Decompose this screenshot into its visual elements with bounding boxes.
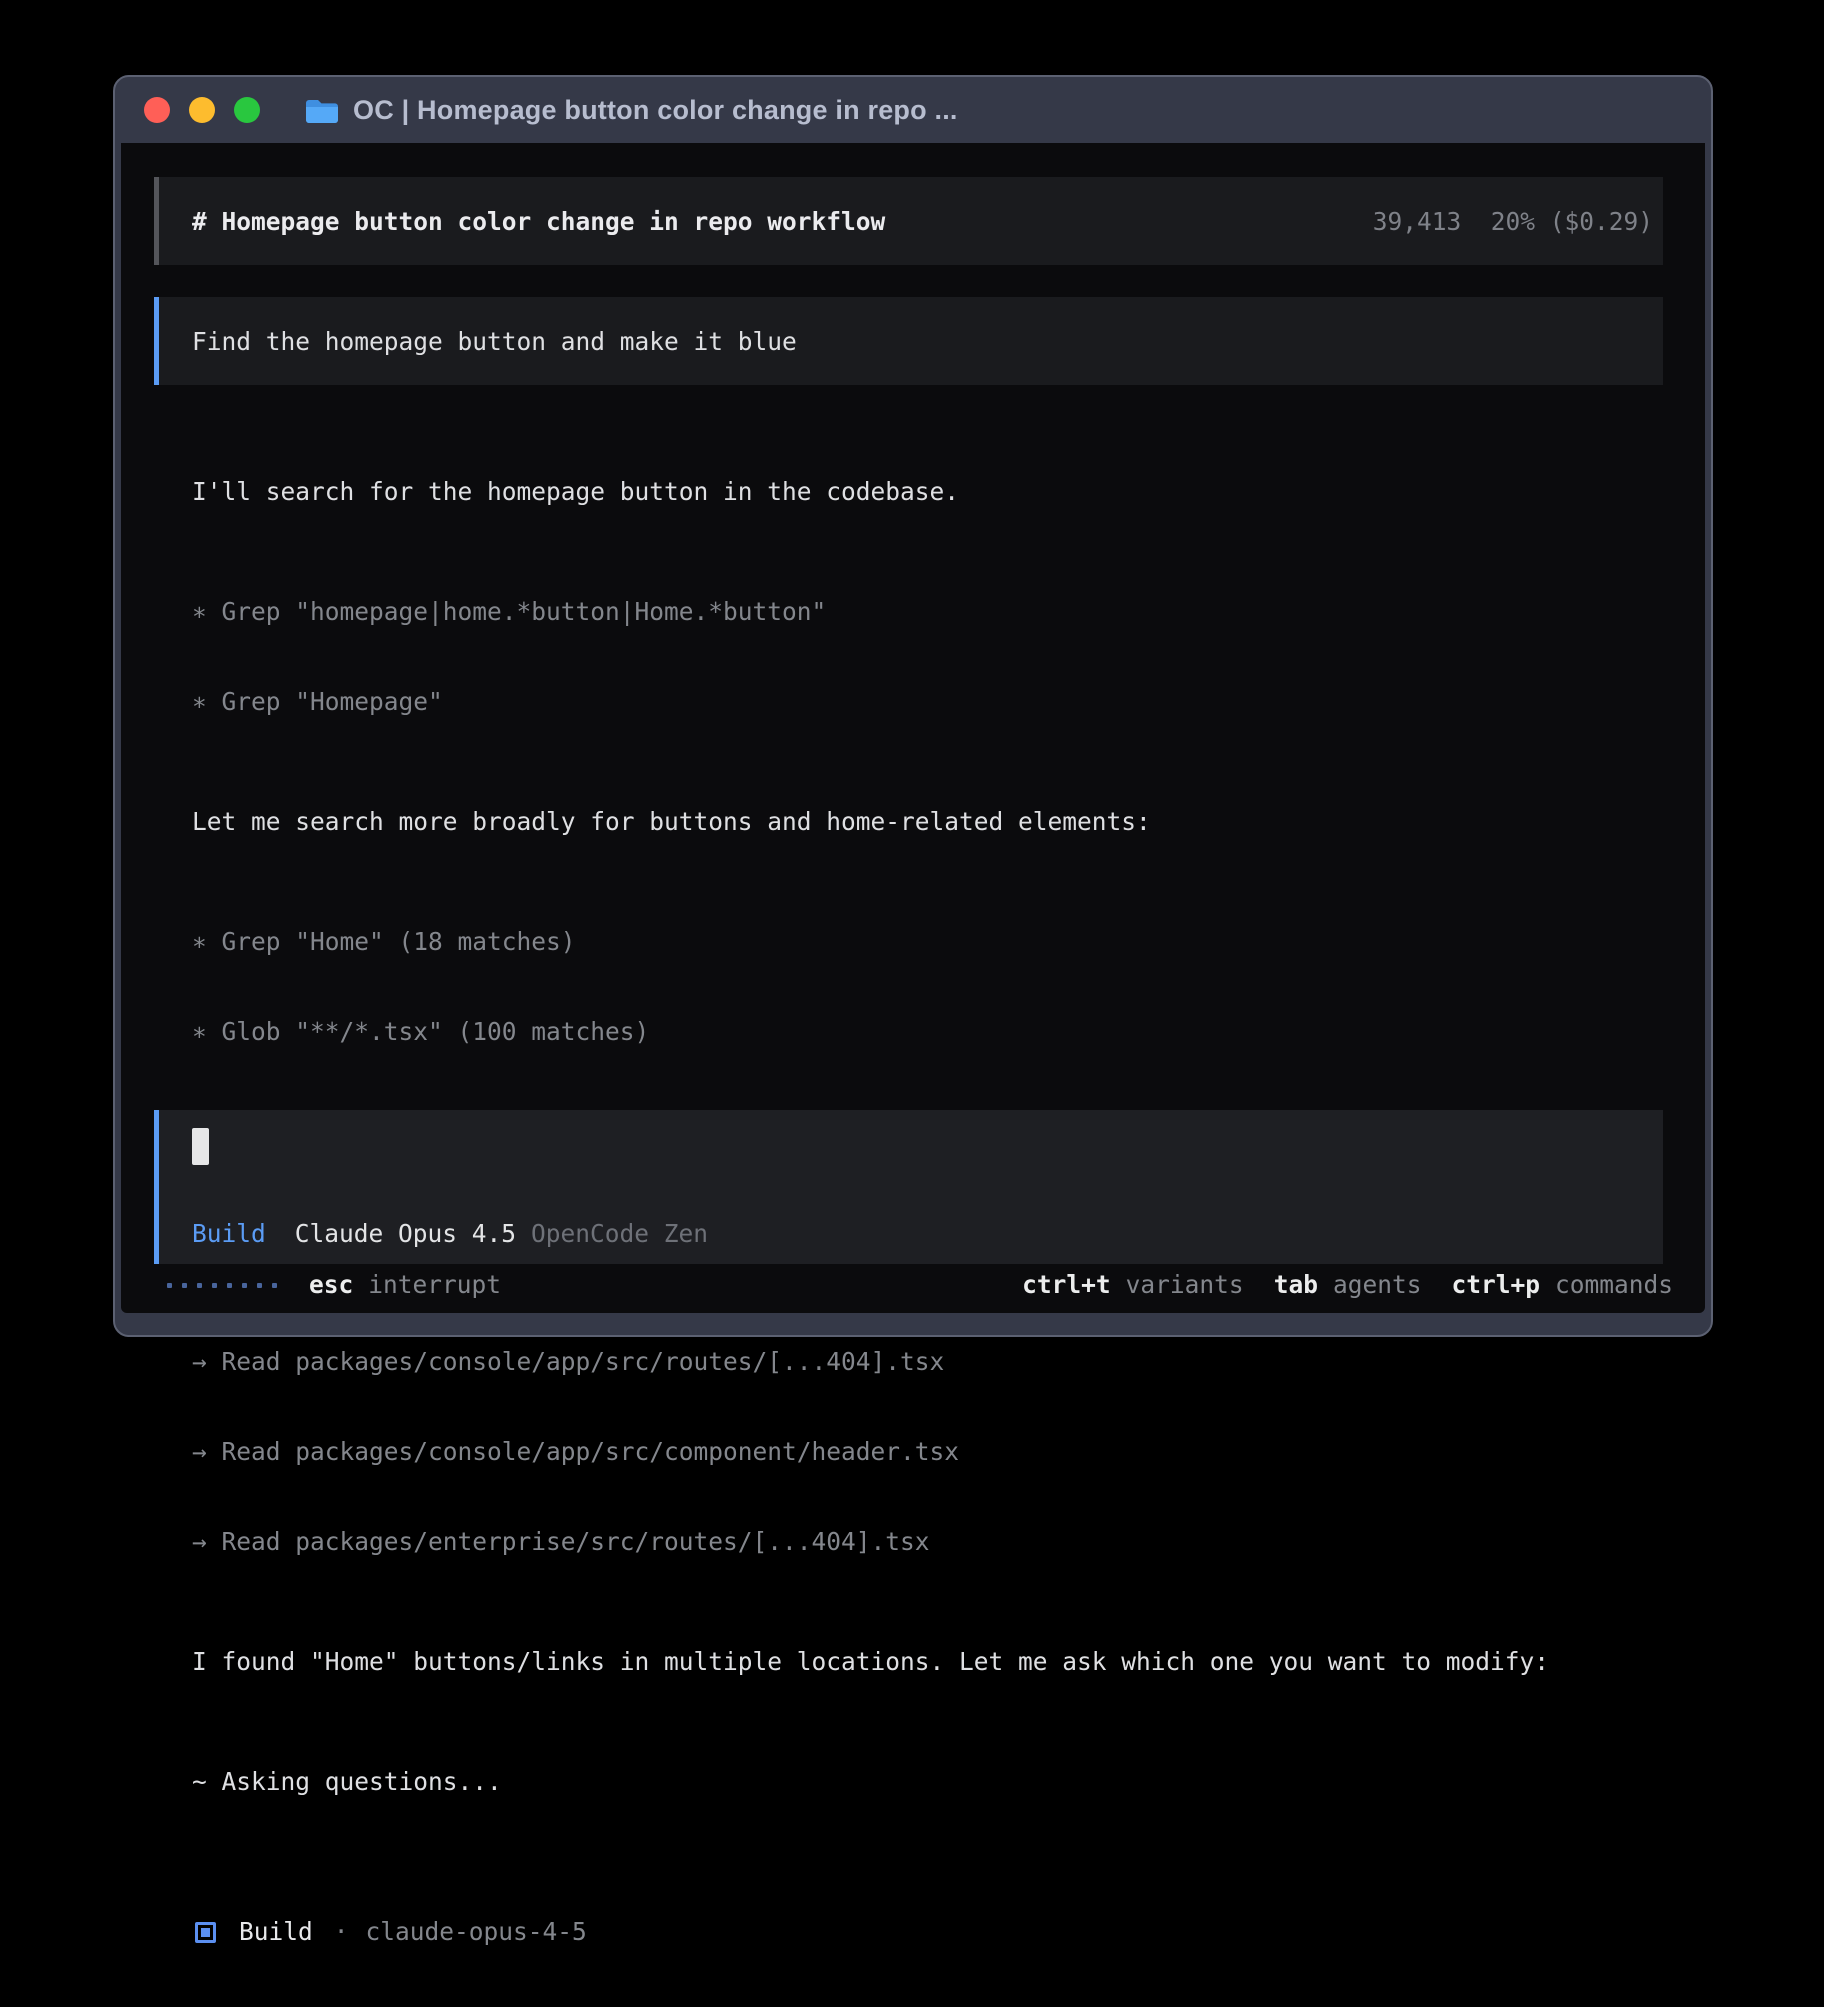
label-agents: agents [1333, 1270, 1422, 1300]
tool-call-grep: ∗ Grep "homepage|home.*button|Home.*butt… [192, 597, 1682, 627]
key-ctrl-p: ctrl+p [1451, 1270, 1540, 1300]
minimize-button[interactable] [189, 97, 215, 123]
shortcut-commands: ctrl+p commands [1451, 1270, 1673, 1300]
window-title: OC | Homepage button color change in rep… [353, 95, 958, 126]
model-name[interactable]: Claude Opus 4.5 [295, 1219, 516, 1249]
token-count: 39,413 [1373, 207, 1462, 236]
tool-call-read: → Read packages/console/app/src/componen… [192, 1437, 1682, 1467]
status-bar: esc interrupt ctrl+t variants tab agents ct… [167, 1270, 1673, 1300]
folder-icon [304, 96, 340, 125]
session-stats: 39,413 20% ($0.29) [1373, 207, 1653, 236]
input-modeline: Build Claude Opus 4.5 OpenCode Zen [192, 1219, 708, 1249]
mode-badge[interactable]: Build [192, 1219, 266, 1249]
assistant-text: Let me search more broadly for buttons a… [192, 807, 1682, 837]
agent-status-row: Build · claude-opus-4-5 [192, 1917, 1682, 1947]
assistant-text: I found "Home" buttons/links in multiple… [192, 1647, 1682, 1677]
shortcut-agents: tab agents [1274, 1270, 1422, 1300]
tool-call-read: → Read packages/enterprise/src/routes/[.… [192, 1527, 1682, 1557]
key-tab: tab [1274, 1270, 1318, 1300]
label-commands: commands [1555, 1270, 1673, 1300]
key-esc: esc [309, 1270, 353, 1299]
text-cursor [192, 1128, 209, 1165]
shortcut-variants: ctrl+t variants [1022, 1270, 1244, 1300]
user-message-text: Find the homepage button and make it blu… [192, 327, 797, 356]
assistant-text: I'll search for the homepage button in t… [192, 477, 1682, 507]
tool-call-read: → Read packages/console/app/src/routes/[… [192, 1347, 1682, 1377]
user-message: Find the homepage button and make it blu… [154, 297, 1663, 385]
window-controls [144, 97, 260, 123]
provider-name: OpenCode Zen [531, 1219, 708, 1249]
status-left: esc interrupt [167, 1270, 501, 1300]
titlebar[interactable]: OC | Homepage button color change in rep… [115, 77, 1711, 143]
context-cost: 20% ($0.29) [1491, 207, 1653, 236]
separator-dot: · [334, 1917, 349, 1947]
tool-call-grep: ∗ Grep "Homepage" [192, 687, 1682, 717]
label-interrupt: interrupt [368, 1270, 501, 1299]
agent-build-icon [195, 1922, 216, 1943]
tool-call-glob: ∗ Glob "**/*.tsx" (100 matches) [192, 1017, 1682, 1047]
label-variants: variants [1126, 1270, 1244, 1300]
agent-model: claude-opus-4-5 [366, 1917, 587, 1947]
status-asking-questions: ~ Asking questions... [192, 1767, 1682, 1797]
session-title: # Homepage button color change in repo w… [192, 207, 885, 236]
session-header: # Homepage button color change in repo w… [154, 177, 1663, 265]
terminal-window: OC | Homepage button color change in rep… [113, 75, 1713, 1337]
prompt-input[interactable]: Build Claude Opus 4.5 OpenCode Zen [154, 1110, 1663, 1264]
agent-name: Build [239, 1917, 313, 1947]
tool-call-grep: ∗ Grep "Home" (18 matches) [192, 927, 1682, 957]
spinner-dots [167, 1283, 277, 1288]
key-ctrl-t: ctrl+t [1022, 1270, 1111, 1300]
shortcut-esc: esc interrupt [309, 1270, 501, 1300]
status-right: ctrl+t variants tab agents ctrl+p commands [1022, 1270, 1673, 1300]
maximize-button[interactable] [234, 97, 260, 123]
close-button[interactable] [144, 97, 170, 123]
